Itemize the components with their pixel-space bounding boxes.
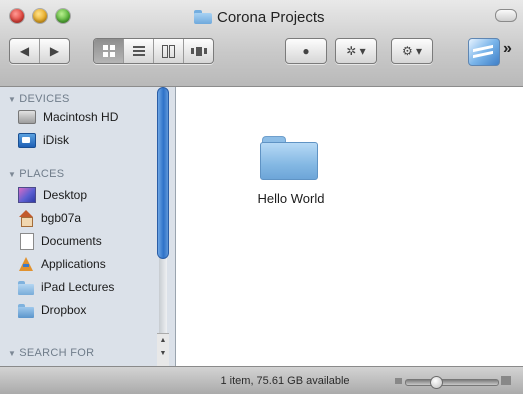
toolbar-overflow-button[interactable]: »: [503, 40, 512, 58]
close-button[interactable]: [10, 9, 24, 23]
cover-flow-button[interactable]: [184, 39, 213, 63]
hard-drive-icon: [18, 110, 36, 124]
finder-window: Corona Projects ◀ ▶ ● ✲ ▾ ⚙ ▾ » ▼ DEVICE…: [0, 0, 523, 394]
file-area[interactable]: Hello World: [176, 87, 523, 366]
scroll-arrows[interactable]: ▲ ▼: [157, 333, 169, 366]
list-view-icon: [132, 44, 145, 58]
applications-icon: [18, 256, 34, 272]
sidebar-item-applications[interactable]: Applications: [18, 253, 166, 275]
zoom-large-icon: [501, 376, 511, 385]
folder-icon: [18, 280, 34, 295]
folder-icon[interactable]: [260, 130, 318, 180]
sidebar-item-label: Dropbox: [41, 303, 87, 317]
sidebar-item-ipad-lectures[interactable]: iPad Lectures: [18, 276, 166, 298]
sidebar-item-dropbox[interactable]: Dropbox: [18, 299, 166, 321]
scroll-down-icon[interactable]: ▼: [157, 347, 169, 360]
sidebar-item-idisk[interactable]: iDisk: [18, 129, 166, 151]
title-folder-icon: [194, 10, 212, 24]
back-button[interactable]: ◀: [10, 39, 40, 63]
zoom-button[interactable]: [56, 9, 70, 23]
window-title: Corona Projects: [217, 8, 325, 26]
forward-button[interactable]: ▶: [40, 39, 69, 63]
sidebar-item-label: Applications: [41, 257, 106, 271]
search-header-label: SEARCH FOR: [19, 347, 95, 359]
disclosure-triangle-icon: ▼: [8, 349, 17, 358]
action-menu-button[interactable]: ✲ ▾: [336, 39, 376, 63]
window-title-group: Corona Projects: [194, 8, 325, 26]
status-bar: 1 item, 75.61 GB available: [0, 366, 523, 394]
status-text: 1 item, 75.61 GB available: [220, 375, 350, 387]
icon-size-slider[interactable]: [405, 376, 499, 389]
places-header[interactable]: ▼ PLACES: [8, 168, 64, 180]
share-menu-button[interactable]: ⚙ ▾: [392, 39, 432, 63]
document-icon: [20, 232, 34, 250]
icon-view-button[interactable]: [94, 39, 124, 63]
devices-header[interactable]: ▼ DEVICES: [8, 93, 70, 105]
disclosure-triangle-icon: ▼: [8, 95, 17, 104]
icon-view-icon: [102, 45, 115, 57]
sidebar-item-label: iDisk: [43, 133, 69, 147]
sidebar-item-label: Documents: [41, 234, 102, 248]
search-for-header[interactable]: ▼ SEARCH FOR: [8, 347, 94, 359]
scroll-up-icon[interactable]: ▲: [157, 334, 169, 347]
sidebar-item-desktop[interactable]: Desktop: [18, 184, 166, 206]
quick-look-group: ●: [285, 38, 327, 64]
nav-button-group: ◀ ▶: [9, 38, 70, 64]
idisk-icon: [18, 132, 36, 148]
sidebar-item-label: Macintosh HD: [43, 110, 119, 124]
cover-flow-icon: [190, 46, 207, 56]
column-view-button[interactable]: [154, 39, 184, 63]
places-header-label: PLACES: [19, 168, 65, 180]
minimize-button[interactable]: [33, 9, 47, 23]
slider-knob[interactable]: [430, 376, 443, 389]
sidebar-item-macintosh-hd[interactable]: Macintosh HD: [18, 106, 166, 128]
title-toolbar: Corona Projects ◀ ▶ ● ✲ ▾ ⚙ ▾ »: [0, 0, 523, 87]
sidebar-item-label: Desktop: [43, 188, 88, 202]
scrollbar-thumb[interactable]: [157, 87, 169, 259]
home-icon: [18, 210, 34, 227]
file-item-name[interactable]: Hello World: [236, 191, 346, 206]
dropbox-toolbar-icon[interactable]: [468, 38, 500, 66]
toolbar-toggle-button[interactable]: [495, 9, 517, 22]
disclosure-triangle-icon: ▼: [8, 170, 17, 179]
sidebar-scrollbar[interactable]: ▲ ▼: [157, 87, 169, 366]
action-group: ✲ ▾: [335, 38, 377, 64]
sidebar-item-label: bgb07a: [41, 211, 82, 225]
devices-header-label: DEVICES: [19, 93, 70, 105]
quick-look-button[interactable]: ●: [286, 39, 326, 63]
share-group: ⚙ ▾: [391, 38, 433, 64]
desktop-icon: [18, 187, 36, 203]
list-view-button[interactable]: [124, 39, 154, 63]
sidebar-item-documents[interactable]: Documents: [18, 230, 166, 252]
sidebar-item-home[interactable]: bgb07a: [18, 207, 166, 229]
view-mode-group: [93, 38, 214, 64]
zoom-small-icon: [395, 378, 402, 384]
sidebar: ▼ DEVICES Macintosh HD iDisk ▼ PLACES Desk…: [0, 87, 176, 366]
sidebar-item-label: iPad Lectures: [41, 280, 115, 294]
dropbox-folder-icon: [18, 303, 34, 318]
column-view-icon: [162, 44, 175, 58]
